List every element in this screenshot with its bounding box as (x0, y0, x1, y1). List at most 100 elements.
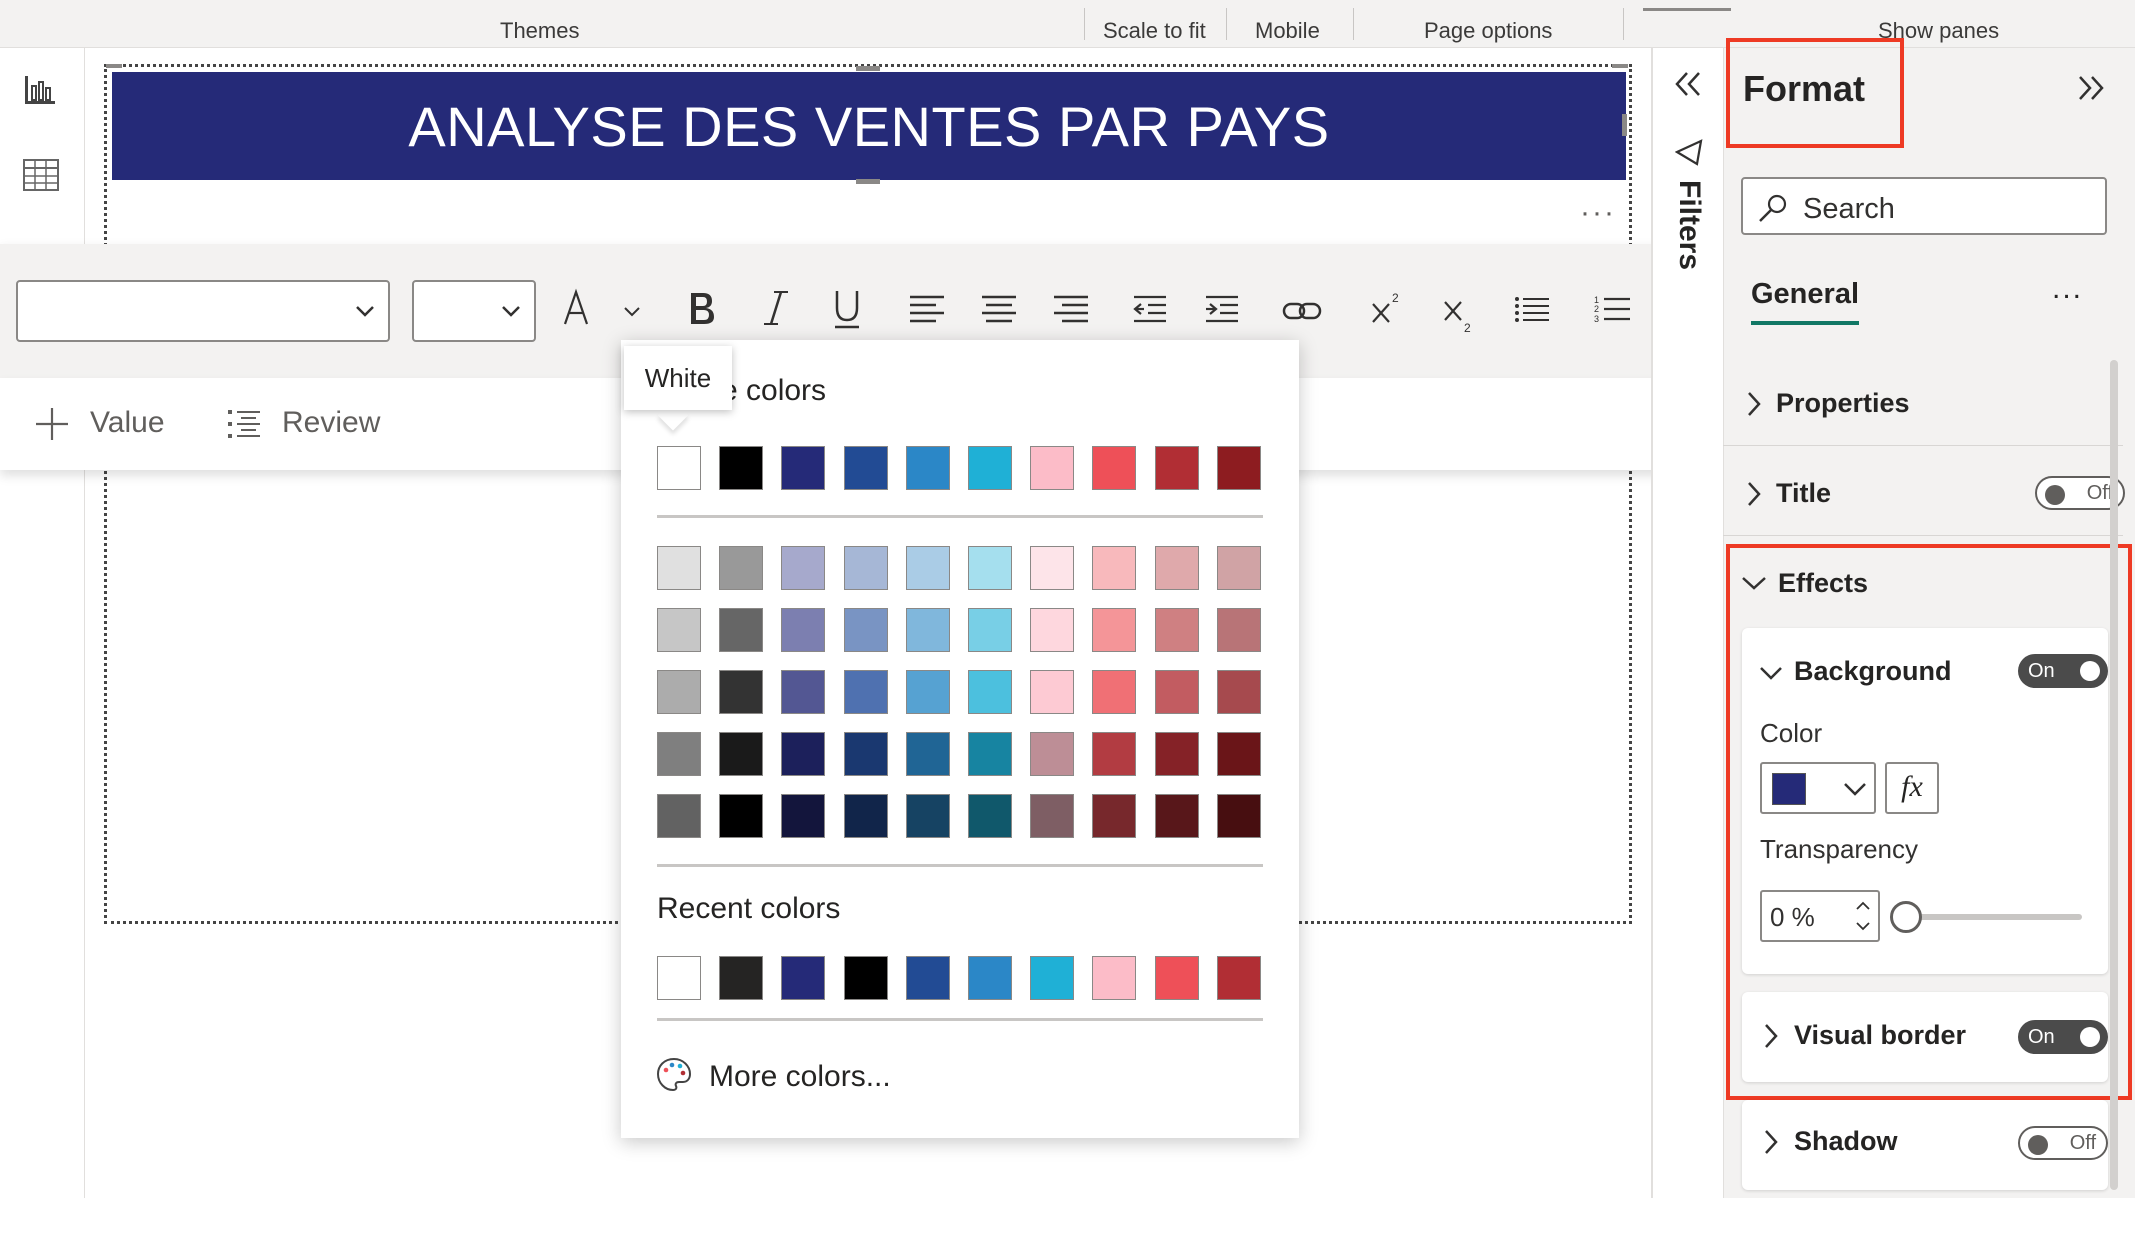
background-toggle[interactable]: On (2018, 654, 2108, 688)
recent-color-swatch[interactable] (781, 956, 826, 1000)
theme-color-swatch[interactable] (719, 446, 764, 490)
theme-shade-swatch[interactable] (843, 608, 888, 652)
resize-handle[interactable] (1612, 64, 1628, 68)
resize-handle[interactable] (1622, 114, 1627, 136)
theme-shade-swatch[interactable] (719, 670, 764, 714)
theme-shade-swatch[interactable] (968, 608, 1012, 652)
transparency-slider-track[interactable] (1900, 914, 2082, 920)
font-color-icon[interactable] (562, 288, 590, 328)
pane-scrollbar[interactable] (2110, 360, 2118, 1190)
mobile-label[interactable]: Mobile (1255, 18, 1320, 44)
color-dropdown[interactable] (1760, 762, 1876, 814)
recent-color-swatch[interactable] (657, 956, 701, 1000)
theme-color-swatch[interactable] (1216, 446, 1261, 490)
theme-color-swatch[interactable] (1154, 446, 1199, 490)
theme-shade-swatch[interactable] (1154, 546, 1199, 590)
visual-border-toggle[interactable]: On (2018, 1020, 2108, 1054)
decrease-indent-icon[interactable] (1132, 294, 1168, 326)
theme-shade-swatch[interactable] (719, 794, 764, 838)
theme-shade-swatch[interactable] (781, 608, 826, 652)
theme-shade-swatch[interactable] (1092, 608, 1137, 652)
spin-buttons-icon[interactable] (1852, 896, 1874, 936)
align-left-icon[interactable] (908, 294, 946, 326)
visual-border-card[interactable]: Visual border On (1742, 992, 2108, 1082)
align-right-icon[interactable] (1052, 294, 1090, 326)
theme-shade-swatch[interactable] (719, 732, 764, 776)
theme-shade-swatch[interactable] (968, 670, 1012, 714)
theme-shade-swatch[interactable] (968, 546, 1012, 590)
theme-shade-swatch[interactable] (843, 546, 888, 590)
theme-shade-swatch[interactable] (1030, 608, 1075, 652)
theme-shade-swatch[interactable] (1092, 546, 1137, 590)
recent-color-swatch[interactable] (1030, 956, 1075, 1000)
shadow-toggle[interactable]: Off (2018, 1126, 2108, 1160)
theme-shade-swatch[interactable] (1154, 670, 1199, 714)
theme-shade-swatch[interactable] (1216, 670, 1261, 714)
recent-color-swatch[interactable] (1216, 956, 1261, 1000)
theme-shade-swatch[interactable] (1154, 732, 1199, 776)
theme-shade-swatch[interactable] (843, 670, 888, 714)
shadow-card[interactable]: Shadow Off (1742, 1100, 2108, 1190)
align-center-icon[interactable] (980, 294, 1018, 326)
recent-color-swatch[interactable] (719, 956, 764, 1000)
table-view-icon[interactable] (22, 158, 60, 192)
theme-shade-swatch[interactable] (905, 670, 950, 714)
themes-label[interactable]: Themes (500, 18, 579, 44)
theme-shade-swatch[interactable] (968, 794, 1012, 838)
increase-indent-icon[interactable] (1204, 294, 1240, 326)
page-options-label[interactable]: Page options (1424, 18, 1552, 44)
banner-title-text[interactable]: ANALYSE DES VENTES PAR PAYS (112, 72, 1626, 180)
collapse-pane-icon[interactable] (2076, 74, 2106, 102)
theme-shade-swatch[interactable] (657, 546, 701, 590)
theme-shade-swatch[interactable] (1092, 670, 1137, 714)
theme-color-swatch[interactable] (781, 446, 826, 490)
theme-color-swatch[interactable] (905, 446, 950, 490)
recent-color-swatch[interactable] (843, 956, 888, 1000)
theme-shade-swatch[interactable] (1092, 794, 1137, 838)
general-more-options[interactable]: ... (2052, 272, 2083, 306)
italic-icon[interactable] (762, 288, 790, 328)
theme-color-swatch[interactable] (1092, 446, 1137, 490)
resize-handle[interactable] (856, 179, 880, 184)
theme-shade-swatch[interactable] (1154, 794, 1199, 838)
font-color-chevron-icon[interactable] (622, 304, 642, 320)
transparency-input[interactable]: 0 % (1760, 890, 1880, 942)
title-banner[interactable]: ANALYSE DES VENTES PAR PAYS (112, 72, 1626, 180)
theme-shade-swatch[interactable] (719, 608, 764, 652)
theme-shade-swatch[interactable] (1216, 794, 1261, 838)
link-icon[interactable] (1282, 296, 1322, 326)
resize-handle[interactable] (856, 66, 880, 71)
tab-general[interactable]: General (1751, 278, 1859, 311)
theme-shade-swatch[interactable] (1030, 794, 1075, 838)
theme-shade-swatch[interactable] (657, 732, 701, 776)
theme-shade-swatch[interactable] (781, 794, 826, 838)
properties-row[interactable]: Properties (1723, 360, 2123, 446)
theme-shade-swatch[interactable] (781, 670, 826, 714)
title-row[interactable]: Title Off (1723, 448, 2125, 536)
bullet-list-icon[interactable] (1514, 296, 1550, 324)
theme-shade-swatch[interactable] (905, 732, 950, 776)
theme-shade-swatch[interactable] (905, 608, 950, 652)
conditional-formatting-button[interactable]: fx (1885, 762, 1939, 814)
underline-icon[interactable] (832, 288, 862, 330)
theme-shade-swatch[interactable] (657, 794, 701, 838)
visual-more-options[interactable]: ··· (1580, 196, 1616, 230)
numbered-list-icon[interactable]: 123 (1594, 294, 1632, 324)
expand-filters-icon[interactable] (1673, 70, 1703, 98)
theme-shade-swatch[interactable] (657, 670, 701, 714)
resize-handle[interactable] (106, 64, 122, 68)
theme-shade-swatch[interactable] (719, 546, 764, 590)
theme-shade-swatch[interactable] (1092, 732, 1137, 776)
font-size-dropdown[interactable] (412, 280, 536, 342)
theme-shade-swatch[interactable] (1154, 608, 1199, 652)
theme-shade-swatch[interactable] (1216, 546, 1261, 590)
theme-shade-swatch[interactable] (843, 732, 888, 776)
font-family-dropdown[interactable] (16, 280, 390, 342)
theme-shade-swatch[interactable] (905, 794, 950, 838)
theme-shade-swatch[interactable] (1030, 546, 1075, 590)
theme-shade-swatch[interactable] (781, 732, 826, 776)
subscript-icon[interactable]: 2 (1442, 298, 1476, 336)
theme-color-swatch[interactable] (1030, 446, 1075, 490)
theme-shade-swatch[interactable] (905, 546, 950, 590)
scale-to-fit-label[interactable]: Scale to fit (1103, 18, 1206, 44)
